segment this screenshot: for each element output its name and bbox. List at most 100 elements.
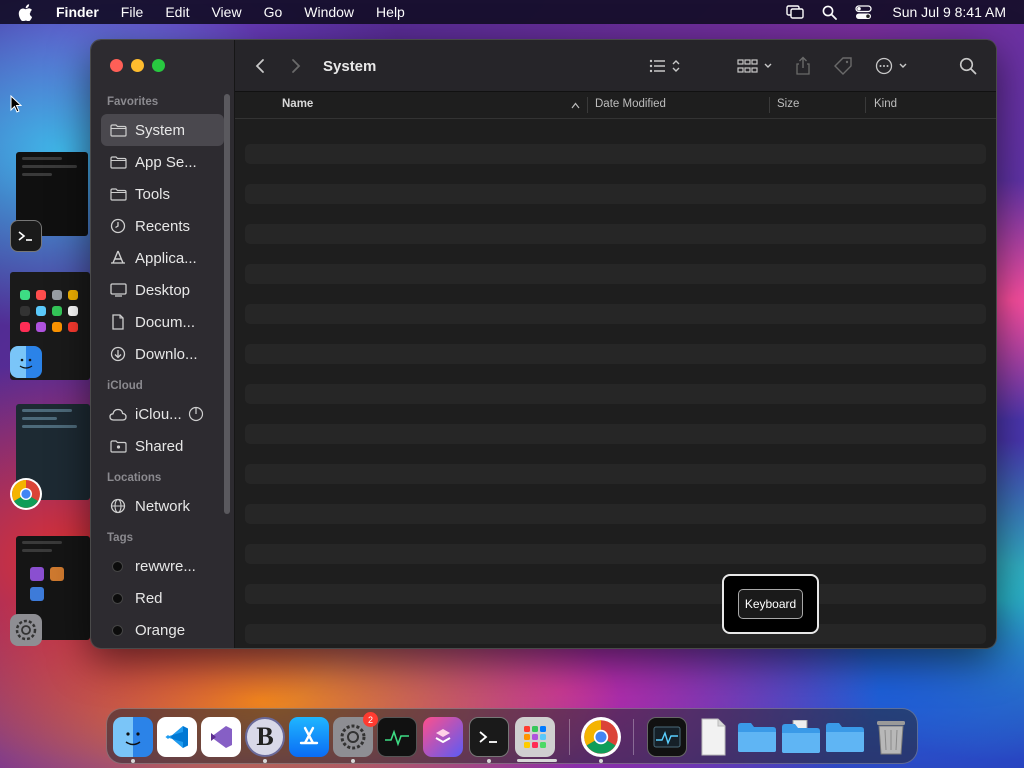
sidebar-item-applications[interactable]: Applica...	[101, 242, 224, 274]
sidebar-item-downloads[interactable]: Downlo...	[101, 338, 224, 370]
bbedit-icon[interactable]: B	[245, 717, 285, 757]
section-title-locations: Locations	[107, 472, 162, 484]
group-icon[interactable]	[737, 40, 773, 92]
minimize-button[interactable]	[131, 59, 144, 72]
documents-folder-icon[interactable]	[781, 717, 821, 757]
column-name[interactable]: Name	[282, 98, 313, 110]
shortcuts-icon[interactable]	[423, 717, 463, 757]
chrome-icon[interactable]	[581, 717, 621, 757]
sidebar-item-desktop[interactable]: Desktop	[101, 274, 224, 306]
tag-dot-icon	[112, 560, 123, 572]
section-title-icloud: iCloud	[107, 380, 143, 392]
sidebar-scrollbar[interactable]	[224, 94, 230, 514]
column-separator[interactable]	[865, 97, 866, 113]
share-icon[interactable]	[795, 40, 811, 92]
sidebar-tag-orange[interactable]: Orange	[101, 614, 224, 646]
document-icon	[109, 314, 127, 330]
system-settings-icon[interactable]: 2	[333, 712, 378, 757]
menu-view[interactable]: View	[211, 4, 241, 20]
mouse-cursor-icon	[10, 95, 22, 113]
screen-mirroring-icon[interactable]	[786, 5, 805, 19]
empty-row-stripe	[245, 424, 986, 444]
zoom-button[interactable]	[152, 59, 165, 72]
column-separator[interactable]	[587, 97, 588, 113]
window-controls	[110, 59, 165, 72]
finder-icon[interactable]	[10, 346, 42, 378]
document-file-icon[interactable]	[693, 717, 733, 757]
tags-section: Tags rewwre... Red Orange	[91, 532, 234, 646]
empty-row-stripe	[245, 464, 986, 484]
forward-icon[interactable]	[291, 40, 301, 92]
section-title-tags: Tags	[107, 532, 133, 544]
sidebar-item-label: Docum...	[135, 313, 196, 331]
clock-icon	[109, 218, 127, 234]
applications-icon	[109, 250, 127, 266]
sidebar-item-tools[interactable]: Tools	[101, 178, 224, 210]
dock: B 2	[106, 708, 918, 764]
sidebar-tag-red[interactable]: Red	[101, 582, 224, 614]
sidebar-tag-rewwre[interactable]: rewwre...	[101, 550, 224, 582]
list-view-icon[interactable]	[649, 40, 683, 92]
sidebar-item-shared[interactable]: Shared	[101, 430, 224, 462]
terminal-icon[interactable]	[469, 717, 509, 757]
section-title-favorites: Favorites	[107, 96, 159, 108]
sidebar-item-label: iClou...	[135, 405, 182, 423]
spotlight-icon[interactable]	[822, 5, 838, 20]
column-date-modified[interactable]: Date Modified	[595, 98, 666, 110]
column-header: Name Date Modified Size Kind	[235, 92, 996, 119]
shared-folder-icon	[109, 438, 127, 454]
keyboard-button[interactable]: Keyboard	[737, 589, 804, 619]
vscode-icon[interactable]	[157, 717, 197, 757]
folder-icon[interactable]	[737, 717, 777, 757]
sidebar-item-recents[interactable]: Recents	[101, 210, 224, 242]
activity-monitor-icon[interactable]	[377, 717, 417, 757]
empty-row-stripe	[245, 624, 986, 644]
tag-icon[interactable]	[833, 40, 853, 92]
locations-section: Locations Network	[91, 472, 234, 522]
apple-icon[interactable]	[18, 3, 34, 21]
back-icon[interactable]	[255, 40, 265, 92]
menu-file[interactable]: File	[121, 4, 144, 20]
app-store-icon[interactable]	[289, 717, 329, 757]
column-separator[interactable]	[769, 97, 770, 113]
column-kind[interactable]: Kind	[874, 98, 897, 110]
chrome-icon[interactable]	[10, 478, 42, 510]
control-center-icon[interactable]	[855, 4, 873, 20]
menu-edit[interactable]: Edit	[165, 4, 189, 20]
sidebar-item-app-support[interactable]: App Se...	[101, 146, 224, 178]
trash-icon[interactable]	[871, 717, 911, 757]
finder-window: Favorites System App Se... Tools Recents…	[90, 39, 997, 649]
sidebar-item-documents[interactable]: Docum...	[101, 306, 224, 338]
search-icon[interactable]	[959, 40, 977, 92]
tag-dot-icon	[112, 624, 123, 636]
empty-row-stripe	[245, 344, 986, 364]
sidebar-item-network[interactable]: Network	[101, 490, 224, 522]
column-size[interactable]: Size	[777, 98, 799, 110]
menu-app-name[interactable]: Finder	[56, 4, 99, 20]
more-icon[interactable]	[875, 40, 911, 92]
empty-row-stripe	[245, 384, 986, 404]
sidebar-item-system[interactable]: System	[101, 114, 224, 146]
launchpad-icon[interactable]	[515, 717, 555, 757]
menu-help[interactable]: Help	[376, 4, 405, 20]
downloads-folder-icon[interactable]	[825, 717, 865, 757]
activity-monitor-window-icon[interactable]	[647, 717, 687, 757]
sort-ascending-icon[interactable]	[571, 100, 580, 112]
system-settings-icon[interactable]	[10, 614, 42, 646]
icloud-section: iCloud iClou... Shared	[91, 380, 234, 462]
close-button[interactable]	[110, 59, 123, 72]
finder-toolbar: System	[235, 40, 996, 92]
visual-studio-icon[interactable]	[201, 717, 241, 757]
folder-icon	[109, 122, 127, 138]
finder-icon[interactable]	[113, 717, 153, 757]
menu-go[interactable]: Go	[264, 4, 283, 20]
menu-clock[interactable]: Sun Jul 9 8:41 AM	[892, 4, 1006, 20]
terminal-icon[interactable]	[10, 220, 42, 252]
empty-row-stripe	[245, 224, 986, 244]
menu-window[interactable]: Window	[304, 4, 354, 20]
sidebar-item-label: Recents	[135, 217, 191, 235]
sidebar-item-icloud-drive[interactable]: iClou...	[101, 398, 224, 430]
sidebar-item-label: Network	[135, 497, 191, 515]
running-indicator	[131, 759, 135, 763]
finder-sidebar: Favorites System App Se... Tools Recents…	[91, 40, 235, 648]
